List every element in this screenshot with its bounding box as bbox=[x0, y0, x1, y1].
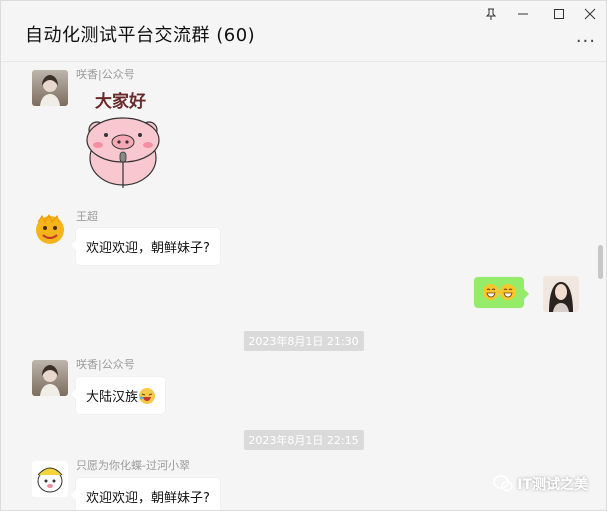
scrollbar-thumb[interactable] bbox=[598, 245, 603, 279]
avatar[interactable] bbox=[32, 70, 68, 106]
wechat-icon bbox=[493, 475, 513, 492]
timestamp: 2023年8月1日 21:30 bbox=[243, 331, 364, 351]
pig-sticker-icon bbox=[86, 117, 160, 188]
message-list[interactable]: 咲香|公众号 大家好 王超 欢迎欢迎，朝鲜妹子? 2023年8月1日 21:30… bbox=[1, 62, 606, 510]
message-bubble[interactable]: 欢迎欢迎，朝鲜妹子? bbox=[71, 228, 220, 265]
my-avatar[interactable] bbox=[543, 276, 579, 312]
sender-name: 王超 bbox=[76, 210, 98, 223]
watermark-text: IT测试之美 bbox=[517, 477, 588, 493]
laughing-emoji-icon bbox=[139, 388, 156, 404]
sender-name: 咲香|公众号 bbox=[76, 68, 135, 81]
message-bubble[interactable]: 大陆汉族 bbox=[70, 377, 166, 414]
grin-emoji-icon bbox=[483, 284, 499, 300]
sender-name: 咲香|公众号 bbox=[76, 358, 135, 371]
message-text: 大陆汉族 bbox=[86, 390, 139, 405]
message-bubble[interactable]: 欢迎欢迎，朝鲜妹子? bbox=[71, 478, 220, 510]
avatar[interactable] bbox=[32, 212, 68, 248]
timestamp: 2023年8月1日 22:15 bbox=[243, 430, 364, 450]
chat-title: 自动化测试平台交流群 (60) bbox=[25, 25, 256, 46]
watermark: IT测试之美 bbox=[493, 474, 588, 494]
grin-emoji-icon bbox=[500, 284, 516, 300]
sticker-text: 大家好 bbox=[95, 92, 146, 112]
pin-icon[interactable] bbox=[477, 3, 505, 25]
title-bar: 自动化测试平台交流群 (60) ··· bbox=[1, 1, 606, 62]
avatar[interactable] bbox=[32, 360, 68, 396]
minimize-icon[interactable] bbox=[509, 3, 537, 25]
my-message-bubble[interactable] bbox=[474, 277, 529, 308]
maximize-icon[interactable] bbox=[545, 3, 573, 25]
sticker[interactable]: 大家好 bbox=[83, 84, 165, 188]
chat-window: 自动化测试平台交流群 (60) ··· 咲香|公众号 大家好 王超 欢迎欢迎，朝… bbox=[0, 0, 607, 511]
sender-name: 只愿为你化蝶-过河小翠 bbox=[76, 459, 190, 472]
more-options-icon[interactable]: ··· bbox=[576, 31, 596, 52]
close-icon[interactable] bbox=[576, 3, 604, 25]
avatar[interactable] bbox=[32, 461, 68, 497]
